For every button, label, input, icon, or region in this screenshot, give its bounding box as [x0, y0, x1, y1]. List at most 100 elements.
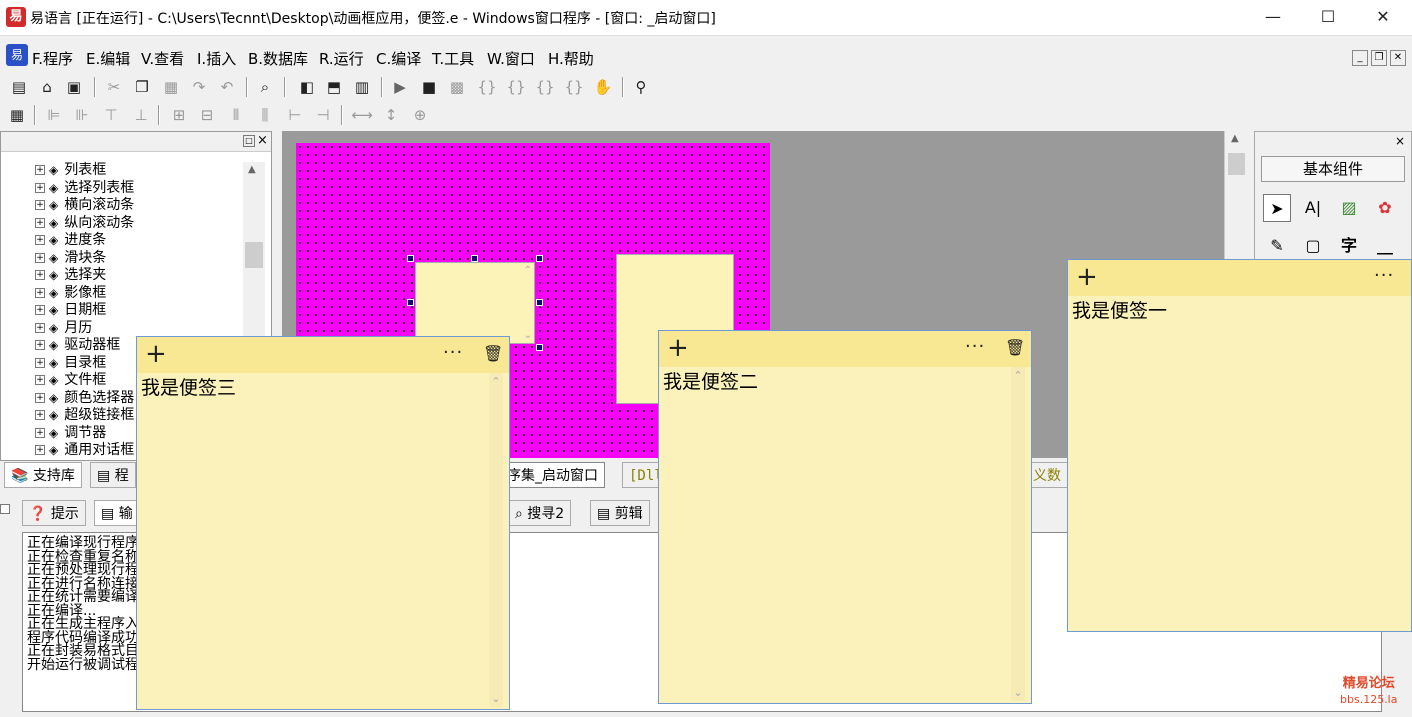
scroll-thumb[interactable] [1228, 153, 1245, 175]
menu-edit[interactable]: E.编辑 [86, 48, 130, 69]
note-text[interactable]: 我是便签一 [1072, 296, 1167, 323]
mdi-close-button[interactable]: ✕ [1390, 50, 1406, 66]
more-options-icon[interactable]: ··· [965, 335, 985, 359]
same-width-icon[interactable]: ⟷ [351, 105, 373, 125]
line-icon[interactable]: ⎽ [1371, 232, 1399, 260]
label-icon[interactable]: A| [1299, 194, 1327, 222]
tab-custom-data[interactable]: 义数 [1026, 462, 1068, 488]
scroll-down-icon[interactable]: ⌄ [1011, 686, 1025, 699]
tab-output[interactable]: ▤ 输 [94, 500, 140, 526]
distribute-h-icon[interactable]: ⫴ [225, 105, 247, 125]
resize-handle[interactable] [407, 299, 414, 306]
tree-item[interactable]: + ◈ 横向滚动条 [35, 197, 134, 215]
align-bottom-icon[interactable]: ⊥ [130, 105, 152, 125]
scroll-down-icon[interactable]: ⌄ [489, 692, 503, 705]
animation-frame-control-selected[interactable]: ⌃ ⌄ [415, 262, 535, 344]
edit-icon[interactable]: ✎ [1263, 232, 1291, 260]
tree-item[interactable]: + ◈ 目录框 [35, 355, 106, 373]
find-icon[interactable]: ⌕ [254, 77, 276, 97]
delete-note-icon[interactable]: 🗑 [1005, 337, 1025, 359]
tree-item[interactable]: + ◈ 通用对话框 [35, 442, 134, 460]
menu-tools[interactable]: T.工具 [432, 48, 474, 69]
pin-icon[interactable]: □ [243, 135, 255, 147]
basic-components-header[interactable]: 基本组件 [1261, 156, 1405, 182]
scroll-up-icon[interactable]: ⌃ [489, 375, 503, 388]
add-note-icon[interactable]: + [145, 339, 167, 369]
paste-icon[interactable]: ▦ [160, 77, 182, 97]
scroll-up-icon[interactable]: ▲ [1231, 133, 1239, 144]
stop-icon[interactable]: ■ [418, 77, 440, 97]
tab-program[interactable]: ▤ 程 [90, 462, 136, 488]
tree-item[interactable]: + ◈ 月历 [35, 320, 92, 338]
pointer-icon[interactable]: ➤ [1263, 194, 1291, 222]
layout-left-icon[interactable]: ◧ [296, 77, 318, 97]
resize-handle[interactable] [471, 255, 478, 262]
space-v-icon[interactable]: ⊣ [312, 105, 334, 125]
sticky-note-three[interactable]: + ··· 🗑 我是便签三 ⌃ ⌄ [136, 336, 510, 710]
resize-handle[interactable] [536, 344, 543, 351]
scroll-thumb[interactable] [245, 242, 263, 268]
tree-item[interactable]: + ◈ 选择列表框 [35, 180, 134, 198]
tab-startup-window[interactable]: 序集_启动窗口 [500, 462, 605, 488]
tab-clipboard[interactable]: ▤ 剪辑 [590, 500, 650, 526]
maximize-button[interactable]: ☐ [1305, 4, 1351, 30]
mdi-minimize-button[interactable]: _ [1352, 50, 1368, 66]
more-options-icon[interactable]: ··· [1374, 264, 1394, 288]
delete-note-icon[interactable]: 🗑 [483, 343, 503, 365]
image-icon[interactable]: ▨ [1335, 194, 1363, 222]
menu-help[interactable]: H.帮助 [548, 48, 594, 69]
tree-item[interactable]: + ◈ 颜色选择器 [35, 390, 134, 408]
resize-handle[interactable] [407, 255, 414, 262]
same-size-icon[interactable]: ⊕ [409, 105, 431, 125]
note-text[interactable]: 我是便签三 [141, 373, 236, 400]
shape-icon[interactable]: ✿ [1371, 194, 1399, 222]
run-to-cursor-icon[interactable]: {} [563, 77, 585, 97]
binoculars-icon[interactable]: ⚲ [630, 77, 652, 97]
resize-handle[interactable] [536, 255, 543, 262]
center-h-icon[interactable]: ⊞ [168, 105, 190, 125]
debug-icon[interactable]: ▩ [446, 77, 468, 97]
tab-hint[interactable]: ❓ 提示 [22, 500, 86, 526]
note-scrollbar[interactable]: ⌃ ⌄ [489, 373, 503, 707]
layout-grid-icon[interactable]: ▥ [351, 77, 373, 97]
panel-toggle-icon[interactable] [0, 504, 10, 514]
open-folder-icon[interactable]: ⌂ [36, 77, 58, 97]
menu-database[interactable]: B.数据库 [248, 48, 308, 69]
menu-view[interactable]: V.查看 [141, 48, 184, 69]
layout-top-icon[interactable]: ⬒ [323, 77, 345, 97]
run-icon[interactable]: ▶ [389, 77, 411, 97]
copy-icon[interactable]: ❐ [131, 77, 153, 97]
tree-item[interactable]: + ◈ 滑块条 [35, 250, 106, 268]
add-note-icon[interactable]: + [667, 333, 689, 363]
hand-icon[interactable]: ✋ [592, 77, 614, 97]
more-options-icon[interactable]: ··· [443, 341, 463, 365]
tree-item[interactable]: + ◈ 选择夹 [35, 267, 106, 285]
tree-item[interactable]: + ◈ 驱动器框 [35, 337, 120, 355]
align-top-icon[interactable]: ⊤ [100, 105, 122, 125]
tree-item[interactable]: + ◈ 调节器 [35, 425, 106, 443]
tree-item[interactable]: + ◈ 文件框 [35, 372, 106, 390]
note-text[interactable]: 我是便签二 [663, 367, 758, 394]
scroll-up-icon[interactable]: ⌃ [1011, 369, 1025, 382]
panel-close-icon[interactable]: × [1395, 134, 1405, 148]
save-icon[interactable]: ▣ [63, 77, 85, 97]
sticky-note-two[interactable]: + ··· 🗑 我是便签二 ⌃ ⌄ [658, 330, 1032, 704]
tree-item[interactable]: + ◈ 进度条 [35, 232, 106, 250]
calculator-icon[interactable]: ▦ [6, 105, 28, 125]
mdi-restore-button[interactable]: ❐ [1371, 50, 1387, 66]
menu-program[interactable]: F.程序 [32, 48, 73, 69]
text-icon[interactable]: ▢ [1299, 232, 1327, 260]
step-over-icon[interactable]: {} [505, 77, 527, 97]
tree-item[interactable]: + ◈ 纵向滚动条 [35, 215, 134, 233]
redo-icon[interactable]: ↷ [188, 77, 210, 97]
tree-item[interactable]: + ◈ 列表框 [35, 162, 106, 180]
app-menu-icon[interactable]: 易 [6, 44, 28, 66]
tab-support-library[interactable]: 📚 支持库 [4, 462, 82, 488]
minimize-button[interactable]: — [1250, 4, 1296, 30]
scroll-up-icon[interactable]: ▲ [248, 164, 256, 175]
menu-window[interactable]: W.窗口 [487, 48, 535, 69]
resize-handle[interactable] [536, 299, 543, 306]
distribute-v-icon[interactable]: ⫼ [254, 105, 276, 125]
undo-icon[interactable]: ↶ [216, 77, 238, 97]
tree-item[interactable]: + ◈ 影像框 [35, 285, 106, 303]
